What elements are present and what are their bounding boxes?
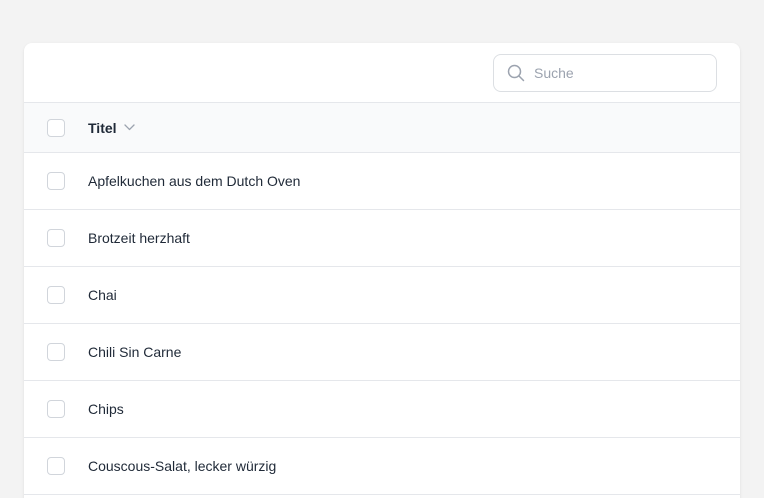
row-checkbox[interactable] bbox=[47, 457, 65, 475]
table-row[interactable]: Couscous-Salat, lecker würzig bbox=[24, 438, 740, 495]
table-card: Titel Apfelkuchen aus dem Dutch Oven Bro… bbox=[24, 43, 740, 498]
table-row[interactable]: Chips bbox=[24, 381, 740, 438]
row-checkbox[interactable] bbox=[47, 343, 65, 361]
table-toolbar bbox=[24, 43, 740, 103]
table-header: Titel bbox=[24, 103, 740, 153]
row-title[interactable]: Couscous-Salat, lecker würzig bbox=[88, 458, 276, 474]
row-title[interactable]: Chili Sin Carne bbox=[88, 344, 181, 360]
row-checkbox[interactable] bbox=[47, 286, 65, 304]
select-all-checkbox[interactable] bbox=[47, 118, 65, 137]
row-checkbox[interactable] bbox=[47, 400, 65, 418]
table-row[interactable]: Chili Sin Carne bbox=[24, 324, 740, 381]
search-box[interactable] bbox=[493, 54, 717, 92]
column-header-title-label: Titel bbox=[88, 119, 117, 136]
chevron-down-icon bbox=[123, 124, 135, 131]
row-checkbox[interactable] bbox=[47, 172, 65, 190]
row-title[interactable]: Chips bbox=[88, 401, 124, 417]
search-icon bbox=[507, 64, 525, 82]
search-input[interactable] bbox=[534, 65, 704, 81]
row-title[interactable]: Apfelkuchen aus dem Dutch Oven bbox=[88, 173, 300, 189]
table-row[interactable]: Brotzeit herzhaft bbox=[24, 210, 740, 267]
row-checkbox[interactable] bbox=[47, 229, 65, 247]
column-header-title[interactable]: Titel bbox=[88, 120, 135, 136]
row-title[interactable]: Brotzeit herzhaft bbox=[88, 230, 190, 246]
table-row[interactable]: Apfelkuchen aus dem Dutch Oven bbox=[24, 153, 740, 210]
row-title[interactable]: Chai bbox=[88, 287, 117, 303]
table-body: Apfelkuchen aus dem Dutch Oven Brotzeit … bbox=[24, 153, 740, 495]
table-row[interactable]: Chai bbox=[24, 267, 740, 324]
